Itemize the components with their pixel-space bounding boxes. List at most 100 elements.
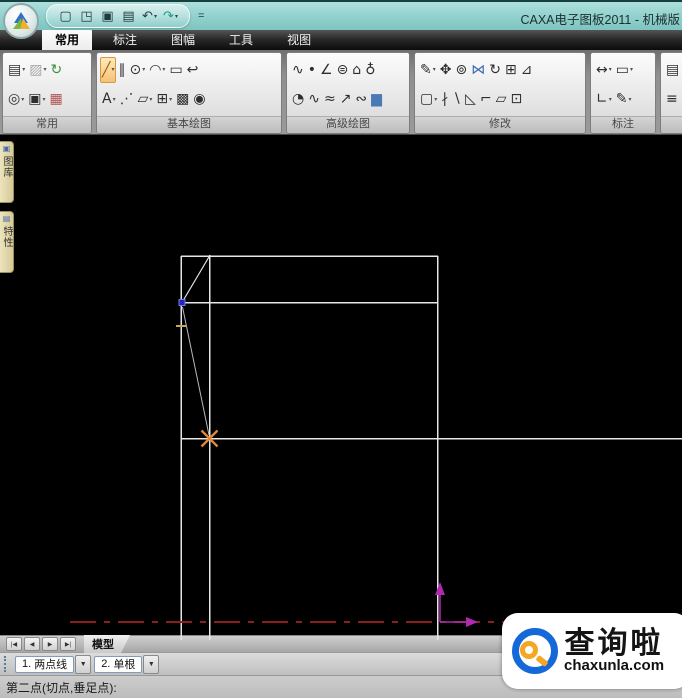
layer-tool[interactable]: ≡ bbox=[664, 86, 680, 112]
format-brush-tool[interactable]: ▨ ▾ bbox=[27, 57, 48, 83]
annotation-dropdown[interactable]: ▾ bbox=[630, 66, 633, 73]
undo-button[interactable]: ↶ ▾ bbox=[139, 7, 160, 26]
copy-object-tool[interactable]: ⊚ bbox=[453, 57, 469, 83]
chamfer-tool[interactable]: ◺ bbox=[463, 86, 478, 112]
coordinate-dimension-tool[interactable]: ∟ ▾ bbox=[594, 86, 614, 112]
sheet-settings-tool[interactable]: ▤ bbox=[664, 57, 681, 83]
text-dropdown[interactable]: ▾ bbox=[113, 96, 116, 103]
option-combos: 1. 两点线 ▼ 2. 单根 ▼ bbox=[15, 654, 162, 674]
coordinate-dimension-dropdown[interactable]: ▾ bbox=[609, 96, 612, 103]
parallel-line-tool[interactable]: ∥ bbox=[116, 57, 127, 83]
point-line-tool[interactable]: ⋰ bbox=[118, 86, 136, 112]
arc-tool[interactable]: ◠ ▾ bbox=[147, 57, 167, 83]
tab-tools[interactable]: 工具 bbox=[216, 28, 266, 50]
redo-button[interactable]: ↷ ▾ bbox=[160, 7, 181, 26]
tab-view[interactable]: 视图 bbox=[274, 28, 324, 50]
extend-tool[interactable]: ∖ bbox=[450, 86, 463, 112]
mirror-tool[interactable]: ⋈ bbox=[469, 57, 487, 83]
shape-tool[interactable]: ▱ ▾ bbox=[136, 86, 155, 112]
option-dropdown-1[interactable]: ▼ bbox=[75, 654, 92, 674]
select-dropdown[interactable]: ▾ bbox=[434, 96, 437, 103]
new-file-button[interactable]: ▢ bbox=[55, 7, 76, 26]
ribbon: ▤ ▾ ▨ ▾ ↻ ◎ ▾ ▣ ▾ ▦ 常用 ╱ ▾ ∥ ⊙ ▾ ◠ ▾ ▭ ↩ A ▾ ⋰ ▱ ▾ ⊞ ▾ ▩ ◉ 基本绘图 ∿ • ∠ ⊜ ⌂ ♁… bbox=[0, 50, 682, 135]
dimension-edit-dropdown[interactable]: ▾ bbox=[628, 96, 631, 103]
pie-tool[interactable]: ◔ bbox=[290, 86, 306, 112]
erase-tool[interactable]: ✎ ▾ bbox=[418, 57, 438, 83]
circle-dropdown[interactable]: ▾ bbox=[142, 66, 145, 73]
spline-tool[interactable]: ∿ bbox=[290, 57, 306, 83]
rectangle-tool[interactable]: ▭ bbox=[167, 57, 184, 83]
shape-dropdown[interactable]: ▾ bbox=[149, 96, 152, 103]
contour-tool[interactable]: ∾ bbox=[353, 86, 369, 112]
line-tool[interactable]: ╱ ▾ bbox=[100, 56, 117, 83]
option-field-2[interactable]: 2. 单根 bbox=[94, 655, 143, 673]
dimension-edit-tool[interactable]: ✎ ▾ bbox=[614, 86, 634, 112]
open-file-button[interactable]: ◳ bbox=[76, 7, 97, 26]
extend-icon: ∖ bbox=[452, 91, 462, 108]
wave-line-tool[interactable]: ∿ bbox=[306, 86, 322, 112]
zoom-dropdown[interactable]: ▾ bbox=[21, 96, 24, 103]
dimension-dropdown[interactable]: ▾ bbox=[609, 66, 612, 73]
copy-tool[interactable]: ▣ ▾ bbox=[26, 86, 47, 112]
polygon-tool[interactable]: ⌂ bbox=[350, 57, 363, 83]
copy-dropdown[interactable]: ▾ bbox=[42, 96, 45, 103]
center-circle-tool[interactable]: ♁ bbox=[363, 57, 377, 83]
line-dropdown[interactable]: ▾ bbox=[111, 66, 114, 73]
scale-icon: ⊿ bbox=[520, 61, 533, 78]
option-combo-1: 1. 两点线 ▼ bbox=[15, 654, 92, 674]
arrow-tool[interactable]: ↗ bbox=[338, 86, 354, 112]
stretch-tool[interactable]: ⊡ bbox=[508, 86, 524, 112]
erase-dropdown[interactable]: ▾ bbox=[433, 66, 436, 73]
trim-tool[interactable]: ∤ bbox=[439, 86, 450, 112]
rotate-icon: ↻ bbox=[489, 61, 501, 78]
arc-dropdown[interactable]: ▾ bbox=[162, 66, 165, 73]
dimension-tool[interactable]: ↔ ▾ bbox=[594, 57, 614, 83]
angle-line-tool[interactable]: ∠ bbox=[318, 57, 335, 83]
point-tool[interactable]: • bbox=[306, 57, 318, 83]
select-tool[interactable]: ▢ ▾ bbox=[418, 86, 439, 112]
detail-tool-tool[interactable]: ⊞ ▾ bbox=[154, 86, 174, 112]
region-tool[interactable]: ◉ bbox=[191, 86, 207, 112]
option-dropdown-2[interactable]: ▼ bbox=[143, 654, 160, 674]
array-tool[interactable]: ⊞ bbox=[503, 57, 519, 83]
paste-tool[interactable]: ▤ ▾ bbox=[6, 57, 27, 83]
move-tool[interactable]: ✥ bbox=[438, 57, 454, 83]
offset-tool[interactable]: ▱ bbox=[494, 86, 509, 112]
circle-tool[interactable]: ⊙ ▾ bbox=[127, 57, 147, 83]
hatch-tool[interactable]: ▩ bbox=[174, 86, 191, 112]
annotation-tool[interactable]: ▭ ▾ bbox=[614, 57, 635, 83]
toolbar-grip[interactable] bbox=[4, 656, 11, 672]
model-tab[interactable]: 模型 bbox=[84, 635, 130, 653]
detail-tool-dropdown[interactable]: ▾ bbox=[169, 96, 172, 103]
customize-toolbar-button[interactable]: = bbox=[198, 10, 204, 22]
refresh-tool[interactable]: ↻ bbox=[49, 57, 65, 83]
save-button[interactable]: ▣ bbox=[97, 7, 118, 26]
undo-dropdown[interactable]: ▾ bbox=[154, 13, 157, 20]
ellipse-tool[interactable]: ⊜ bbox=[335, 57, 351, 83]
double-wave-tool[interactable]: ≈ bbox=[322, 86, 338, 112]
tab-home[interactable]: 常用 bbox=[42, 28, 93, 50]
redo-dropdown[interactable]: ▾ bbox=[175, 13, 178, 20]
paste-dropdown[interactable]: ▾ bbox=[22, 66, 25, 73]
app-menu-button[interactable] bbox=[3, 3, 39, 39]
tab-sheet[interactable]: 图幅 bbox=[158, 28, 208, 50]
text-tool[interactable]: A ▾ bbox=[100, 86, 118, 112]
ribbon-group-label: 高级绘图 bbox=[287, 116, 409, 133]
circle-icon: ⊙ bbox=[129, 61, 142, 78]
polyline-tool[interactable]: ↩ bbox=[185, 57, 201, 83]
tab-dimension[interactable]: 标注 bbox=[100, 28, 150, 50]
arc-icon: ◠ bbox=[149, 61, 162, 78]
options-tool[interactable]: ▦ bbox=[47, 86, 64, 112]
rotate-tool[interactable]: ↻ bbox=[487, 57, 503, 83]
option-value: 单根 bbox=[113, 659, 136, 671]
sidebar-tab-properties[interactable]: ▤ 特性 bbox=[0, 211, 14, 273]
zoom-tool[interactable]: ◎ ▾ bbox=[6, 86, 26, 112]
print-button[interactable]: ▤ bbox=[118, 7, 139, 26]
drawing-canvas[interactable] bbox=[14, 135, 682, 640]
fillet-tool[interactable]: ⌐ bbox=[478, 86, 494, 112]
solid-fill-tool[interactable]: ▆ bbox=[369, 86, 384, 112]
format-brush-dropdown[interactable]: ▾ bbox=[43, 66, 46, 73]
scale-tool[interactable]: ⊿ bbox=[519, 57, 535, 83]
option-field-1[interactable]: 1. 两点线 bbox=[15, 655, 75, 673]
sidebar-tab-library[interactable]: ▣ 图库 bbox=[0, 141, 14, 203]
